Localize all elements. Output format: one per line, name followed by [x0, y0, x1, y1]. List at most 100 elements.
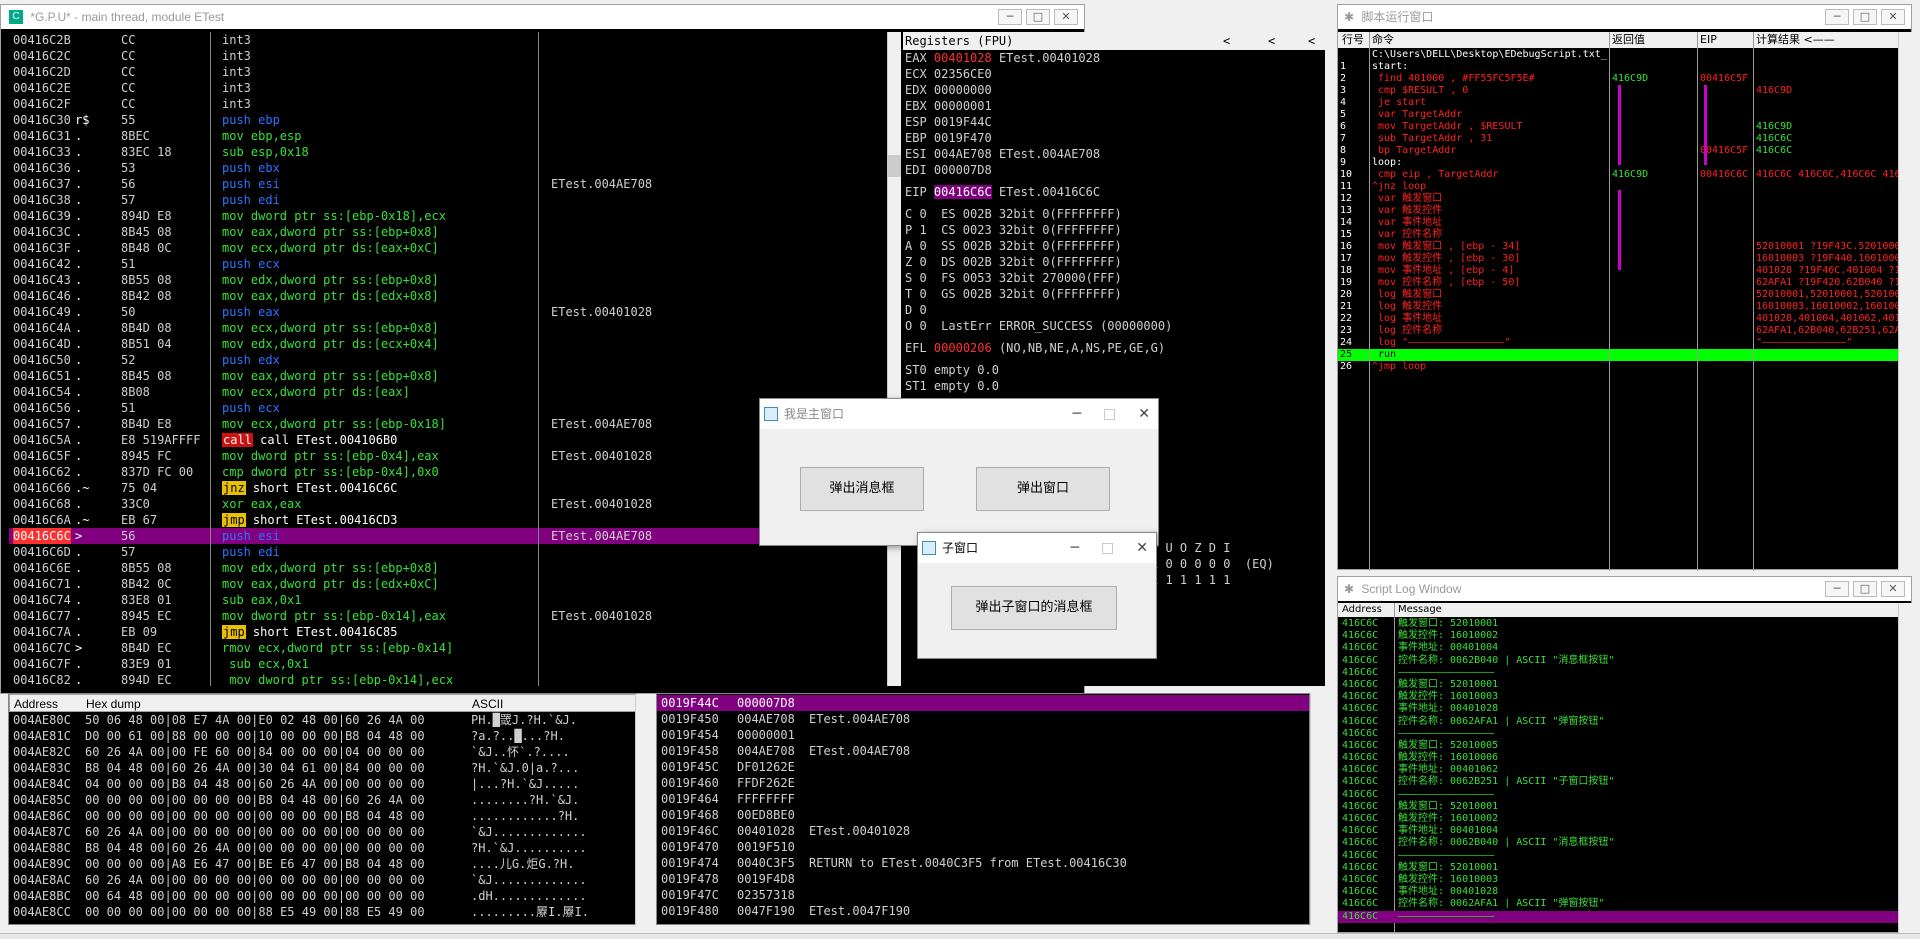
dump-row[interactable]: 004AE8AC 60 26 4A 00|00 00 00 00|00 00 00…: [9, 872, 637, 888]
log-row[interactable]: 416C6C 触发窗口: 52010001: [1338, 679, 1898, 691]
disasm-scrollbar[interactable]: [887, 32, 901, 686]
disasm-row[interactable]: 00416C7C >8B4D EC rmov ecx,dword ptr ss:[e…: [9, 640, 887, 656]
log-row[interactable]: 416C6C 控件名称: 0062B040 | ASCII "消息框按钮": [1338, 655, 1898, 667]
register-value[interactable]: 00000000: [934, 83, 992, 97]
dump-row[interactable]: 004AE82C 60 26 4A 00|00 FE 60 00|84 00 00…: [9, 744, 637, 760]
disasm-row[interactable]: 00416C2E CC int3: [9, 80, 887, 96]
disasm-row[interactable]: 00416C31. 8BEC mov ebp,esp: [9, 128, 887, 144]
log-row[interactable]: 416C6C 触发控件: 16010003: [1338, 874, 1898, 886]
main-dialog-titlebar[interactable]: 我是主窗口 ─ □ ✕: [760, 399, 1158, 429]
disasm-row[interactable]: 00416C2C CC int3: [9, 48, 887, 64]
flag-row[interactable]: P 1 CS 0023 32bit 0(FFFFFFFF): [905, 222, 1325, 238]
disasm-row[interactable]: 00416C7A. EB 09 jmp short ETest.00416C85: [9, 624, 887, 640]
script-titlebar[interactable]: ✱ 脚本运行窗口 ─ □ ✕: [1338, 5, 1911, 29]
script-row[interactable]: 22 log 事件地址 401028,401004,401062,401028: [1338, 313, 1898, 325]
script-row[interactable]: C:\Users\DELL\Desktop\EDebugScript.txt_: [1338, 49, 1898, 61]
disasm-row[interactable]: 00416C4D. 8B51 04 mov edx,dword ptr ds:[ec…: [9, 336, 887, 352]
dump-row[interactable]: 004AE81C D0 00 61 00|88 00 00 00|10 00 00…: [9, 728, 637, 744]
register-value[interactable]: 0019F44C: [934, 115, 992, 129]
script-scrollbar[interactable]: [1898, 32, 1912, 571]
log-row[interactable]: 416C6C 触发窗口: 52010001: [1338, 862, 1898, 874]
script-row[interactable]: 2 find 401000 , #FF55FC5F5E# 416C9D 00416C…: [1338, 73, 1898, 85]
disasm-row[interactable]: 00416C3F. 8B48 0C mov ecx,dword ptr ds:[ea…: [9, 240, 887, 256]
flag-row[interactable]: Z 0 DS 002B 32bit 0(FFFFFFFF): [905, 254, 1325, 270]
disasm-row[interactable]: 00416C57. 8B4D E8 mov ecx,dword ptr ss:[eb…: [9, 416, 887, 432]
child-dialog-titlebar[interactable]: 子窗口 ─ □ ✕: [918, 533, 1156, 563]
dump-row[interactable]: 004AE83C B8 04 48 00|60 26 4A 00|30 04 61…: [9, 760, 637, 776]
disasm-row[interactable]: 00416C3C. 8B45 08 mov eax,dword ptr ss:[eb…: [9, 224, 887, 240]
disasm-row[interactable]: 00416C51. 8B45 08 mov eax,dword ptr ss:[eb…: [9, 368, 887, 384]
log-row[interactable]: 416C6C 事件地址: 00401028: [1338, 703, 1898, 715]
disasm-row[interactable]: 00416C5A. E8 519AFFFF call call ETest.0041…: [9, 432, 887, 448]
script-col-result[interactable]: 计算结果 <——: [1756, 32, 1835, 48]
minimize-button[interactable]: ─: [1825, 581, 1849, 597]
fpu-row[interactable]: ST0 empty 0.0: [905, 362, 1325, 378]
log-row[interactable]: 416C6C 事件地址: 00401028: [1338, 886, 1898, 898]
register-row[interactable]: EDX 00000000: [905, 82, 1325, 98]
register-value[interactable]: 00000206: [934, 341, 992, 355]
close-button[interactable]: ✕: [1881, 581, 1905, 597]
log-titlebar[interactable]: ✱ Script Log Window ─ □ ✕: [1338, 577, 1911, 601]
disasm-row[interactable]: 00416C66 .~ 75 04 jnz short ETest.00416C6C: [9, 480, 887, 496]
disasm-row[interactable]: 00416C6D. 57 push edi: [9, 544, 887, 560]
log-row[interactable]: 416C6C 触发窗口: 52010005: [1338, 740, 1898, 752]
flag-row[interactable]: A 0 SS 002B 32bit 0(FFFFFFFF): [905, 238, 1325, 254]
disasm-row[interactable]: 00416C42. 51 push ecx: [9, 256, 887, 272]
log-row[interactable]: 416C6C ————————————————: [1338, 850, 1898, 862]
disasm-row[interactable]: 00416C6A .~ EB 67 jmp short ETest.00416CD3: [9, 512, 887, 528]
dump-col-hex[interactable]: Hex dump: [86, 695, 141, 713]
close-button[interactable]: ✕: [1136, 533, 1148, 563]
minimize-button[interactable]: ─: [998, 9, 1022, 25]
log-scrollbar[interactable]: [1898, 603, 1912, 933]
disasm-row[interactable]: 00416C6E. 8B55 08 mov edx,dword ptr ss:[eb…: [9, 560, 887, 576]
maximize-button[interactable]: □: [1853, 581, 1877, 597]
disasm-row[interactable]: 00416C71. 8B42 0C mov eax,dword ptr ds:[ed…: [9, 576, 887, 592]
disasm-row[interactable]: 00416C82. 894D EC mov dword ptr ss:[ebp-0…: [9, 672, 887, 686]
close-button[interactable]: ✕: [1138, 399, 1150, 429]
register-row[interactable]: EAX 00401028 ETest.00401028: [905, 50, 1325, 66]
stack-row[interactable]: 0019F478 0019F4D8: [657, 871, 1309, 887]
minimize-button[interactable]: ─: [1825, 9, 1849, 25]
register-row-eip[interactable]: EIP 00416C6C ETest.00416C6C: [905, 184, 1325, 200]
disasm-row[interactable]: 00416C2D CC int3: [9, 64, 887, 80]
dump-row[interactable]: 004AE85C 00 00 00 00|00 00 00 00|B8 04 48…: [9, 792, 637, 808]
stack-row[interactable]: 0019F46C 00401028 ETest.00401028: [657, 823, 1309, 839]
dump-col-address[interactable]: Address: [14, 695, 58, 713]
fpu-row[interactable]: ST1 empty 0.0: [905, 378, 1325, 394]
disasm-row[interactable]: 00416C49. 50 push eax ETest.00401028: [9, 304, 887, 320]
dump-col-ascii[interactable]: ASCII: [472, 695, 503, 713]
stack-row[interactable]: 0019F450 004AE708 ETest.004AE708: [657, 711, 1309, 727]
register-row[interactable]: EBP 0019F470: [905, 130, 1325, 146]
script-row[interactable]: 24 log "————————————————" "——————————————…: [1338, 337, 1898, 349]
dump-row[interactable]: 004AE87C 60 26 4A 00|00 00 00 00|00 00 00…: [9, 824, 637, 840]
show-window-button[interactable]: 弹出窗口: [976, 467, 1110, 511]
disasm-row[interactable]: 00416C77. 8945 EC mov dword ptr ss:[ebp-0x…: [9, 608, 887, 624]
disassembly-pane[interactable]: 00416C2B CC int3 00416C2C CC int3 00416C2D CC in…: [9, 32, 887, 686]
log-row[interactable]: 416C6C 控件名称: 0062B040 | ASCII "消息框按钮": [1338, 837, 1898, 849]
chevron-left-icon[interactable]: <: [1308, 32, 1315, 50]
chevron-left-icon[interactable]: <: [1223, 32, 1230, 50]
log-row[interactable]: 416C6C 控件名称: 0062AFA1 | ASCII "弹窗按钮": [1338, 898, 1898, 910]
script-col-line[interactable]: 行号: [1342, 32, 1364, 48]
maximize-button[interactable]: □: [1103, 399, 1116, 429]
stack-pane[interactable]: 0019F44C 000007D8 0019F450 004AE708 ETest.00…: [656, 693, 1310, 925]
script-row[interactable]: 20 log 触发窗口 52010001,52010001,52010001: [1338, 289, 1898, 301]
log-row[interactable]: 416C6C 触发控件: 16010003: [1338, 691, 1898, 703]
log-row[interactable]: 416C6C 控件名称: 0062AFA1 | ASCII "弹窗按钮": [1338, 716, 1898, 728]
register-value[interactable]: 00416C6C: [934, 185, 992, 199]
register-row-efl[interactable]: EFL 00000206 (NO,NB,NE,A,NS,PE,GE,G): [905, 340, 1325, 356]
stack-row[interactable]: 0019F47C 02357318: [657, 887, 1309, 903]
script-row[interactable]: 26 ^jmp loop: [1338, 361, 1898, 373]
disasm-row[interactable]: 00416C39. 894D E8 mov dword ptr ss:[ebp-0x…: [9, 208, 887, 224]
disasm-row[interactable]: 00416C37. 56 push esi ETest.004AE708: [9, 176, 887, 192]
script-row[interactable]: 21 log 触发控件 16010003,16010002,16010006: [1338, 301, 1898, 313]
script-row[interactable]: 19 mov 控件名称 , [ebp - 50] 62AFA1 ?19F420.6…: [1338, 277, 1898, 289]
stack-row[interactable]: 0019F45C DF01262E: [657, 759, 1309, 775]
dump-row[interactable]: 004AE88C B8 04 48 00|60 26 4A 00|00 00 00…: [9, 840, 637, 856]
disasm-row[interactable]: 00416C54. 8B08 mov ecx,dword ptr ds:[eax]: [9, 384, 887, 400]
register-value[interactable]: 00000001: [934, 99, 992, 113]
dump-pane[interactable]: Address Hex dump ASCII 004AE80C 50 06 48 …: [8, 693, 638, 925]
log-row[interactable]: 416C6C 事件地址: 00401004: [1338, 642, 1898, 654]
register-row[interactable]: EBX 00000001: [905, 98, 1325, 114]
log-row[interactable]: 416C6C 控件名称: 0062B251 | ASCII "子窗口按钮": [1338, 776, 1898, 788]
